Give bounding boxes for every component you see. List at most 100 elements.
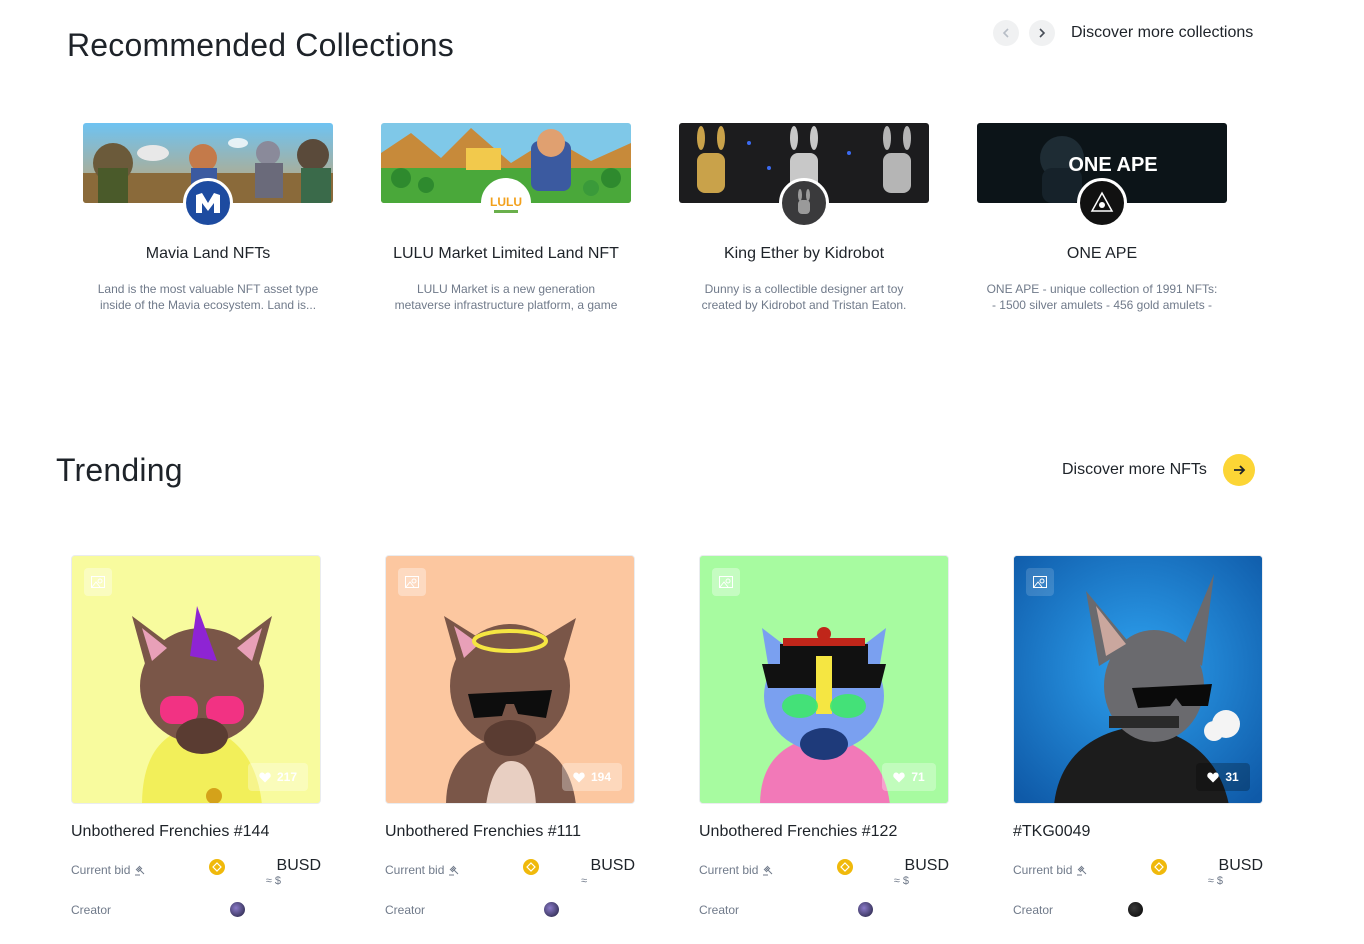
current-bid-text: Current bid <box>699 863 759 877</box>
creator-label: Creator <box>1013 903 1054 917</box>
collection-name: ONE APE <box>1066 245 1138 262</box>
banner-text: ONE APE <box>1068 154 1157 176</box>
heart-icon <box>573 772 585 782</box>
usd-approx: ≈ <box>580 875 587 887</box>
bid-row: Current bid BUSD ≈ <box>385 857 635 891</box>
nft-card[interactable]: 194 Unbothered Frenchies #111 Current bi… <box>385 555 635 921</box>
collection-card[interactable]: Mavia Land NFTs Land is the most valuabl… <box>83 123 333 313</box>
nft-title[interactable]: Unbothered Frenchies #122 <box>699 823 949 841</box>
nft-card[interactable]: 31 #TKG0049 Current bid BUSD ≈ $ Creator <box>1013 555 1263 921</box>
creator-row: Creator <box>385 901 635 921</box>
image-icon <box>91 576 105 588</box>
collection-avatar <box>779 178 829 228</box>
next-button[interactable] <box>1029 20 1055 46</box>
heart-icon <box>1207 772 1220 782</box>
chevron-right-icon <box>1039 28 1046 38</box>
collection-description: Land is the most valuable NFT asset type… <box>97 282 319 312</box>
like-count-badge[interactable]: 217 <box>248 763 308 791</box>
creator-avatar[interactable] <box>230 902 245 917</box>
collection-card[interactable]: LULU LULU Market Limited Land NFT LULU M… <box>381 123 631 313</box>
collection-name: Mavia Land NFTs <box>145 245 271 262</box>
creator-avatar[interactable] <box>1128 902 1143 917</box>
like-count: 217 <box>276 770 298 784</box>
nft-image[interactable]: 31 <box>1013 555 1263 804</box>
discover-more-collections-link[interactable]: Discover more collections <box>1071 24 1253 42</box>
image-type-badge <box>1026 568 1054 596</box>
collection-name: King Ether by Kidrobot <box>723 245 885 262</box>
current-bid-text: Current bid <box>385 863 445 877</box>
collection-description: Dunny is a collectible designer art toy … <box>701 282 907 312</box>
like-count-badge[interactable]: 194 <box>562 763 622 791</box>
gavel-icon <box>449 865 459 876</box>
like-count: 31 <box>1225 770 1239 784</box>
collection-description: LULU Market is a new generation metavers… <box>394 282 618 312</box>
currency-label: BUSD <box>590 857 635 874</box>
chevron-left-icon <box>1002 28 1009 38</box>
trending-title: Trending <box>56 452 183 488</box>
like-count: 71 <box>911 770 925 784</box>
lulu-logo-text: LULU <box>490 195 522 209</box>
creator-label: Creator <box>385 903 426 917</box>
current-bid-label: Current bid <box>385 863 460 877</box>
image-type-badge <box>398 568 426 596</box>
nft-image[interactable]: 194 <box>385 555 635 804</box>
like-count-badge[interactable]: 31 <box>1196 763 1250 791</box>
arrow-right-icon <box>1234 465 1246 475</box>
nft-title[interactable]: #TKG0049 <box>1013 823 1263 841</box>
collection-card[interactable]: King Ether by Kidrobot Dunny is a collec… <box>679 123 929 313</box>
usd-approx: ≈ $ <box>1207 875 1223 887</box>
current-bid-text: Current bid <box>71 863 131 877</box>
current-bid-label: Current bid <box>699 863 774 877</box>
creator-avatar[interactable] <box>544 902 559 917</box>
creator-row: Creator <box>71 901 321 921</box>
bid-row: Current bid BUSD ≈ $ <box>1013 857 1263 891</box>
creator-label: Creator <box>699 903 740 917</box>
bid-row: Current bid BUSD ≈ $ <box>699 857 949 891</box>
collections-title: Recommended Collections <box>67 27 455 63</box>
heart-icon <box>259 772 271 782</box>
like-count-badge[interactable]: 71 <box>882 763 936 791</box>
nft-image[interactable]: 217 <box>71 555 321 804</box>
currency-label: BUSD <box>1218 857 1263 874</box>
image-icon <box>719 576 733 588</box>
nft-card[interactable]: 71 Unbothered Frenchies #122 Current bid… <box>699 555 949 921</box>
prev-button[interactable] <box>993 20 1019 46</box>
nft-title[interactable]: Unbothered Frenchies #111 <box>385 823 635 841</box>
image-icon <box>405 576 419 588</box>
creator-row: Creator <box>1013 901 1263 921</box>
discover-more-nfts-link[interactable]: Discover more NFTs <box>1062 461 1207 479</box>
like-count: 194 <box>590 770 612 784</box>
image-type-badge <box>84 568 112 596</box>
busd-coin-icon <box>209 859 225 875</box>
collection-description: ONE APE - unique collection of 1991 NFTs… <box>986 282 1218 312</box>
creator-label: Creator <box>71 903 112 917</box>
usd-approx: ≈ $ <box>265 875 281 887</box>
nft-card[interactable]: 217 Unbothered Frenchies #144 Current bi… <box>71 555 321 921</box>
gavel-icon <box>1077 865 1087 876</box>
collection-avatar <box>183 178 233 228</box>
usd-approx: ≈ $ <box>893 875 909 887</box>
current-bid-label: Current bid <box>71 863 146 877</box>
gavel-icon <box>763 865 773 876</box>
current-bid-text: Current bid <box>1013 863 1073 877</box>
creator-avatar[interactable] <box>858 902 873 917</box>
collection-avatar <box>1077 178 1127 228</box>
gavel-icon <box>135 865 145 876</box>
current-bid-label: Current bid <box>1013 863 1088 877</box>
image-type-badge <box>712 568 740 596</box>
collection-card[interactable]: ONE APE ONE APE ONE APE - unique collect… <box>977 123 1227 313</box>
collection-avatar: LULU <box>481 178 531 228</box>
collection-name: LULU Market Limited Land NFT <box>393 245 619 262</box>
busd-coin-icon <box>837 859 853 875</box>
creator-row: Creator <box>699 901 949 921</box>
busd-coin-icon <box>523 859 539 875</box>
nft-title[interactable]: Unbothered Frenchies #144 <box>71 823 321 841</box>
discover-more-nfts-button[interactable] <box>1223 454 1255 486</box>
bid-row: Current bid BUSD ≈ $ <box>71 857 321 891</box>
currency-label: BUSD <box>276 857 321 874</box>
heart-icon <box>893 772 906 782</box>
busd-coin-icon <box>1151 859 1167 875</box>
nft-image[interactable]: 71 <box>699 555 949 804</box>
currency-label: BUSD <box>904 857 949 874</box>
image-icon <box>1033 576 1047 588</box>
